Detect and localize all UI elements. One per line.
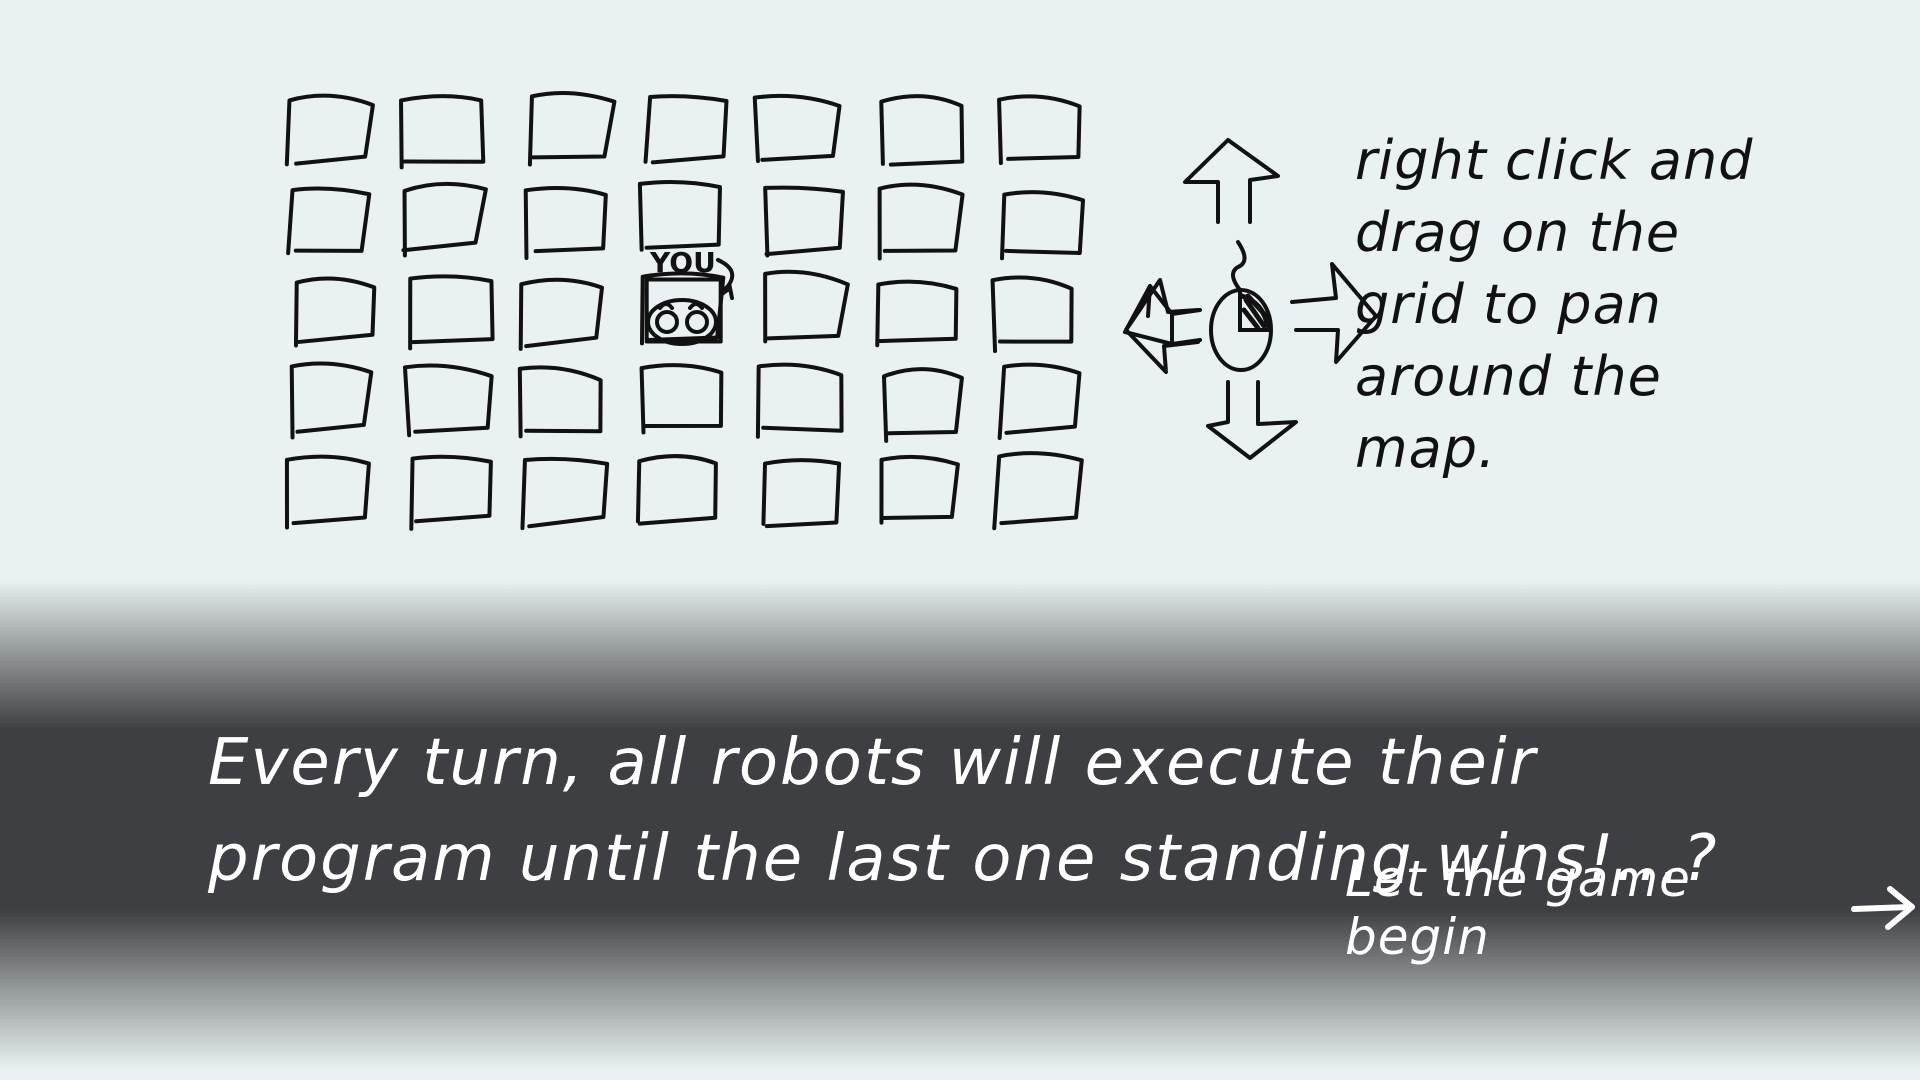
grid-cell[interactable] xyxy=(997,362,1082,441)
grid-cell[interactable] xyxy=(409,454,493,531)
grid-cell[interactable] xyxy=(879,94,965,167)
grid-cell[interactable] xyxy=(992,451,1084,531)
grid-cell[interactable] xyxy=(643,94,729,165)
arrow-down-icon xyxy=(1206,380,1298,460)
grid-cell[interactable] xyxy=(639,363,724,435)
grid-cell[interactable] xyxy=(881,367,964,443)
grid-cell[interactable] xyxy=(763,269,850,344)
grid-cell[interactable] xyxy=(637,179,722,252)
grid-cell[interactable] xyxy=(523,185,608,261)
continue-label: Let the game begin xyxy=(1345,850,1691,966)
grid-cell[interactable] xyxy=(517,365,603,439)
grid-cell[interactable] xyxy=(635,454,718,526)
grid-cell[interactable] xyxy=(763,185,845,258)
grid-cell[interactable] xyxy=(289,361,374,440)
grid-cell[interactable] xyxy=(879,454,960,525)
grid-cell[interactable] xyxy=(408,274,495,351)
arrow-up-icon xyxy=(1183,138,1280,224)
grid-cell[interactable] xyxy=(761,458,842,529)
player-label: YOU xyxy=(650,246,716,279)
grid-cell[interactable] xyxy=(518,277,605,351)
grid-cell[interactable] xyxy=(755,362,844,439)
grid-cell[interactable] xyxy=(527,90,617,167)
mouse-icon xyxy=(1209,240,1273,372)
grid-cell[interactable] xyxy=(997,94,1082,166)
grid-cell[interactable] xyxy=(990,275,1074,354)
grid-cell[interactable] xyxy=(875,279,959,348)
grid-cell[interactable] xyxy=(752,93,842,164)
continue-button[interactable]: Let the game begin xyxy=(1345,850,1920,966)
arrow-left-icon xyxy=(1123,278,1202,374)
grid-cell[interactable] xyxy=(286,186,372,256)
grid-cell[interactable] xyxy=(284,454,371,530)
arrow-right-icon xyxy=(1848,883,1920,933)
grid-cell[interactable] xyxy=(520,456,610,531)
grid-cell[interactable] xyxy=(284,93,375,167)
grid-cell[interactable] xyxy=(1000,190,1086,261)
grid-cell[interactable] xyxy=(877,182,965,261)
map-grid xyxy=(284,90,1086,531)
grid-cell[interactable] xyxy=(399,94,486,170)
grid-cell[interactable] xyxy=(402,363,494,438)
grid-cell[interactable] xyxy=(401,181,488,258)
grid-cell[interactable] xyxy=(293,276,377,348)
pan-hint: right click and drag on the grid to pan … xyxy=(1355,129,1754,480)
